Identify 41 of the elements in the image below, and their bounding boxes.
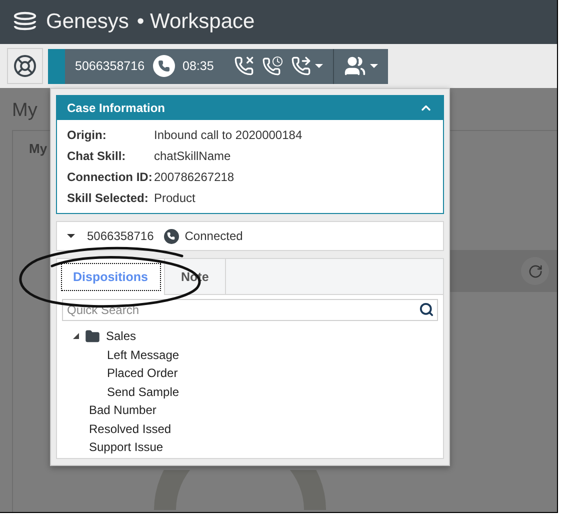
field-label: Chat Skill: — [67, 149, 127, 163]
lifebuoy-icon — [13, 54, 37, 78]
expand-toggle-icon[interactable] — [73, 333, 79, 340]
refresh-icon — [528, 264, 542, 278]
page-heading: My — [12, 100, 38, 122]
field-value: Product — [154, 191, 196, 205]
field-value: chatSkillName — [154, 149, 232, 163]
caret-icon — [370, 64, 378, 68]
disposition-folder[interactable]: Sales — [106, 329, 136, 344]
disposition-item[interactable]: Bad Number — [89, 403, 156, 418]
disposition-item[interactable]: Support Issue — [89, 440, 164, 454]
phone-clock-icon — [262, 56, 283, 76]
call-status-icon — [164, 228, 179, 244]
folder-icon — [85, 328, 100, 344]
disposition-item[interactable]: Placed Order — [107, 366, 178, 380]
case-information-title: Case Information — [67, 101, 166, 115]
phone-number: 5066358716 — [75, 59, 145, 73]
field-value: Inbound call to 2020000184 — [154, 128, 304, 142]
field-label: Origin: — [67, 128, 108, 142]
field-value: 200786267218 — [154, 170, 236, 184]
disposition-item[interactable]: Left Message — [107, 348, 180, 362]
call-duration: 08:35 — [182, 59, 214, 73]
search-icon[interactable] — [419, 302, 434, 317]
disposition-item[interactable]: Resolved Issed — [89, 422, 172, 436]
phone-number: 5066358716 — [87, 229, 154, 243]
field-label: Connection ID: — [67, 170, 154, 184]
disposition-item[interactable]: Send Sample — [107, 384, 180, 399]
product-name: • Workspace — [136, 10, 255, 34]
lifebuoy-button[interactable] — [7, 48, 43, 84]
caret-icon[interactable] — [67, 234, 75, 238]
logo-icon — [12, 11, 38, 33]
brand-name: Genesys — [46, 10, 129, 34]
call-status: Connected — [184, 229, 243, 243]
refresh-button[interactable] — [521, 257, 549, 285]
phone-x-icon — [234, 56, 254, 76]
call-status-icon — [152, 55, 175, 77]
phone-arrow-icon — [290, 56, 311, 76]
caret-icon — [314, 64, 323, 68]
field-label: Skill Selected: — [67, 191, 150, 205]
people-icon — [344, 55, 366, 77]
status-stripe — [48, 48, 65, 84]
